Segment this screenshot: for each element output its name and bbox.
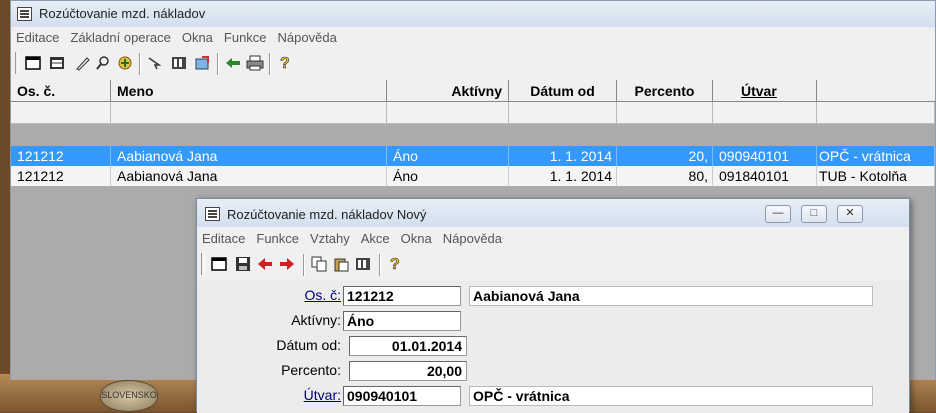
dialog-menu-okna[interactable]: Okna [396,229,438,246]
dialog-menu-vztahy[interactable]: Vztahy [305,229,356,246]
svg-text:?: ? [390,256,400,273]
toolbar-grip[interactable] [15,52,19,74]
datum-od-field[interactable]: 01.01.2014 [349,336,467,356]
toolbar-separator [269,53,271,75]
aktivny-label: Aktívny: [291,312,341,328]
coin-image: SLOVENSKO [100,380,158,412]
back-icon[interactable] [223,53,243,73]
main-window-title: Rozúčtovanie mzd. nákladov [39,6,206,21]
os-c-field[interactable]: 121212 [343,286,461,306]
record-form: Os. č: 121212 Aabianová Jana Aktívny: Án… [197,281,909,413]
columns-icon[interactable] [169,53,189,73]
help-icon[interactable]: ? [275,53,295,73]
utvar-label[interactable]: Útvar: [211,387,341,403]
paste-icon[interactable] [331,254,351,274]
menu-okna[interactable]: Okna [177,28,219,45]
cell-os-c: 121212 [11,166,111,186]
cell-aktivny: Áno [387,166,509,186]
table-view-icon[interactable] [47,53,67,73]
cell-datum-od: 1. 1. 2014 [509,146,617,166]
filter-utvar-nazov[interactable] [817,102,935,124]
print-icon[interactable] [245,53,265,73]
main-toolbar: ? [11,50,935,76]
next-icon[interactable] [277,254,297,274]
column-header-aktivny[interactable]: Aktívny [387,80,509,102]
dialog-menu-funkce[interactable]: Funkce [251,229,305,246]
menu-zakladni-operace[interactable]: Základní operace [65,28,176,45]
dialog-toolbar: ? [197,251,909,277]
new-record-dialog: Rozúčtovanie mzd. nákladov Nový — □ ✕ Ed… [196,198,910,413]
column-header-utvar-nazov[interactable] [817,80,935,102]
column-header-meno[interactable]: Meno [111,80,387,102]
cell-percento: 80, [617,166,713,186]
os-c-label[interactable]: Os. č: [211,287,341,303]
cell-meno: Aabianová Jana [111,166,387,186]
dialog-menu-akce[interactable]: Akce [356,229,396,246]
column-header-datum-od[interactable]: Dátum od [509,80,617,102]
cell-utvar-nazov: TUB - Kotolňa [817,166,935,186]
copy-icon[interactable] [309,254,329,274]
minimize-button[interactable]: — [765,205,791,223]
cell-datum-od: 1. 1. 2014 [509,166,617,186]
cell-percento: 20, [617,146,713,166]
menu-funkce[interactable]: Funkce [219,28,273,45]
maximize-button[interactable]: □ [801,205,827,223]
close-button[interactable]: ✕ [837,205,863,223]
edit-icon[interactable] [73,53,93,73]
datum-od-label: Dátum od: [276,337,341,353]
dialog-titlebar: Rozúčtovanie mzd. nákladov Nový — □ ✕ [197,199,909,227]
export-icon[interactable] [193,53,213,73]
menu-editace[interactable]: Editace [11,28,65,45]
save-icon[interactable] [233,254,253,274]
utvar-nazov-field: OPČ - vrátnica [469,386,873,406]
app-icon [17,7,32,21]
coin-text: SLOVENSKO [101,390,157,400]
filter-os-c[interactable] [11,102,111,124]
select-icon[interactable] [145,53,165,73]
filter-utvar[interactable] [713,102,817,124]
dialog-title: Rozúčtovanie mzd. nákladov Nový [227,207,427,222]
dialog-menubar: Editace Funkce Vztahy Akce Okna Nápověda [197,229,909,249]
filter-datum-od[interactable] [509,102,617,124]
cell-aktivny: Áno [387,146,509,166]
column-header-os-c[interactable]: Os. č. [11,80,111,102]
new-record-icon[interactable] [209,254,229,274]
cell-meno: Aabianová Jana [111,146,387,166]
table-row[interactable]: 121212 Aabianová Jana Áno 1. 1. 2014 20,… [11,146,935,166]
search-icon[interactable] [93,53,113,73]
main-titlebar: Rozúčtovanie mzd. nákladov [11,1,935,27]
toolbar-separator [217,53,219,75]
columns-icon[interactable] [353,254,373,274]
svg-text:?: ? [280,55,290,72]
filter-aktivny[interactable] [387,102,509,124]
main-menubar: Editace Základní operace Okna Funkce Nápověd… [11,28,935,48]
column-header-percento[interactable]: Percento [617,80,713,102]
toolbar-separator [303,254,305,276]
meno-field: Aabianová Jana [469,286,873,306]
percento-field[interactable]: 20,00 [349,361,467,381]
filter-percento[interactable] [617,102,713,124]
cell-utvar-nazov: OPČ - vrátnica [817,146,935,166]
toolbar-grip[interactable] [201,253,205,275]
cell-os-c: 121212 [11,146,111,166]
help-icon[interactable]: ? [385,254,405,274]
menu-napoveda[interactable]: Nápověda [273,28,343,45]
new-record-icon[interactable] [23,53,43,73]
aktivny-field[interactable]: Áno [343,311,461,331]
filter-icon[interactable] [115,53,135,73]
dialog-menu-napoveda[interactable]: Nápověda [438,229,508,246]
previous-icon[interactable] [255,254,275,274]
percento-label: Percento: [281,362,341,378]
dialog-menu-editace[interactable]: Editace [197,229,251,246]
toolbar-separator [379,254,381,276]
dialog-app-icon [205,207,220,221]
cell-utvar: 090940101 [713,146,817,166]
filter-meno[interactable] [111,102,387,124]
column-header-utvar[interactable]: Útvar [713,80,817,102]
toolbar-separator [139,53,141,75]
utvar-field[interactable]: 090940101 [343,386,461,406]
table-row[interactable]: 121212 Aabianová Jana Áno 1. 1. 2014 80,… [11,166,935,186]
cell-utvar: 091840101 [713,166,817,186]
